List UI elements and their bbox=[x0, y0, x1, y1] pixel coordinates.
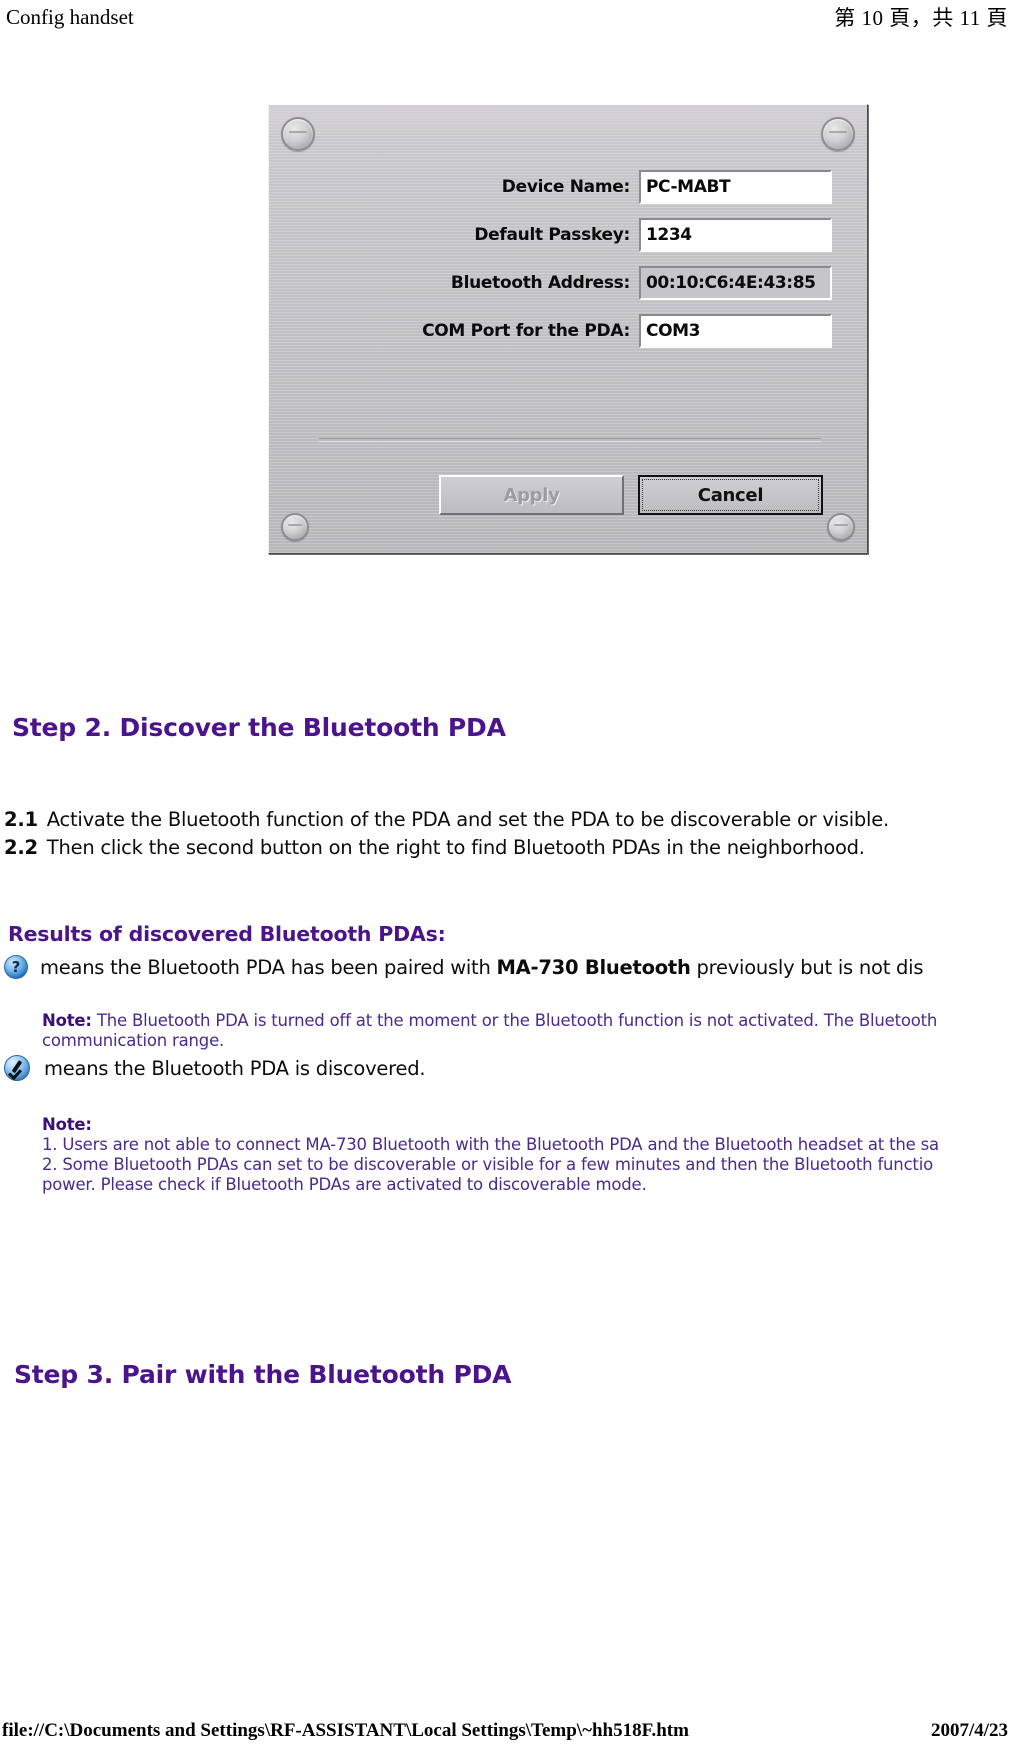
note-1-label: Note: bbox=[42, 1011, 92, 1030]
bluetooth-address-label: Bluetooth Address: bbox=[450, 273, 630, 293]
legend-text-before: means the Bluetooth PDA has been paired … bbox=[40, 955, 497, 979]
print-header: Config handset 第 10 頁，共 11 頁 bbox=[0, 0, 1014, 34]
apply-button[interactable]: Apply bbox=[439, 475, 624, 515]
dialog-separator bbox=[319, 438, 821, 442]
device-name-input[interactable]: PC-MABT bbox=[639, 170, 832, 204]
footer-date: 2007/4/23 bbox=[930, 1720, 1008, 1741]
cancel-button-label: Cancel bbox=[697, 484, 764, 506]
step-item-2-1-text: Activate the Bluetooth function of the P… bbox=[46, 808, 889, 831]
bluetooth-address-value: 00:10:C6:4E:43:85 bbox=[639, 266, 832, 300]
note-block-1: Note: The Bluetooth PDA is turned off at… bbox=[42, 1011, 937, 1051]
dialog-screenshot: Device Name: PC-MABT Default Passkey: 12… bbox=[268, 104, 868, 554]
screw-icon-bottom-right bbox=[827, 513, 855, 541]
dialog-button-bar: Apply Cancel bbox=[269, 475, 867, 515]
check-mark-icon bbox=[4, 1055, 30, 1081]
note-1-line-2: communication range. bbox=[42, 1031, 225, 1050]
print-footer: file://C:\Documents and Settings\RF-ASSI… bbox=[0, 1720, 1014, 1742]
default-passkey-input[interactable]: 1234 bbox=[639, 218, 832, 252]
field-row-device-name: Device Name: PC-MABT bbox=[269, 167, 867, 207]
step3-heading: Step 3. Pair with the Bluetooth PDA bbox=[14, 1360, 512, 1389]
note-1-text: The Bluetooth PDA is turned off at the m… bbox=[91, 1011, 938, 1030]
results-heading: Results of discovered Bluetooth PDAs: bbox=[8, 922, 446, 946]
header-pagination: 第 10 頁，共 11 頁 bbox=[834, 6, 1008, 30]
field-row-com-port: COM Port for the PDA: COM3 bbox=[269, 311, 867, 351]
step2-heading: Step 2. Discover the Bluetooth PDA bbox=[12, 713, 506, 742]
legend-row-not-discovered: ? means the Bluetooth PDA has been paire… bbox=[4, 955, 923, 979]
note-2-line-3: power. Please check if Bluetooth PDAs ar… bbox=[42, 1175, 647, 1194]
note-2-label-line: Note: bbox=[42, 1115, 939, 1135]
note-1-line-1: Note: The Bluetooth PDA is turned off at… bbox=[42, 1011, 937, 1031]
step-item-2-1-number: 2.1 bbox=[4, 808, 38, 831]
note-2-line-1: 1. Users are not able to connect MA-730 … bbox=[42, 1135, 939, 1154]
legend-text-after: previously but is not dis bbox=[690, 955, 924, 979]
note-block-2: Note: 1. Users are not able to connect M… bbox=[42, 1115, 939, 1195]
dialog-top-tint bbox=[269, 105, 867, 135]
dialog-form: Device Name: PC-MABT Default Passkey: 12… bbox=[269, 167, 867, 359]
com-port-input[interactable]: COM3 bbox=[639, 314, 832, 348]
screw-icon-bottom-left bbox=[281, 513, 309, 541]
legend-row-discovered: means the Bluetooth PDA is discovered. bbox=[4, 1055, 426, 1081]
step-item-2-1: 2.1 Activate the Bluetooth function of th… bbox=[4, 808, 889, 831]
default-passkey-label: Default Passkey: bbox=[474, 225, 630, 245]
question-mark-icon: ? bbox=[4, 955, 28, 979]
note-2-line-2: 2. Some Bluetooth PDAs can set to be dis… bbox=[42, 1155, 933, 1174]
screw-icon-top-left bbox=[281, 117, 315, 151]
com-port-label: COM Port for the PDA: bbox=[422, 321, 630, 341]
legend-not-discovered-text: means the Bluetooth PDA has been paired … bbox=[40, 956, 923, 979]
step-item-2-2: 2.2 Then click the second button on the r… bbox=[4, 836, 865, 859]
bluetooth-config-dialog: Device Name: PC-MABT Default Passkey: 12… bbox=[268, 104, 868, 554]
footer-file-path: file://C:\Documents and Settings\RF-ASSI… bbox=[2, 1720, 689, 1741]
legend-discovered-text: means the Bluetooth PDA is discovered. bbox=[44, 1056, 426, 1080]
field-row-bluetooth-address: Bluetooth Address: 00:10:C6:4E:43:85 bbox=[269, 263, 867, 303]
device-name-label: Device Name: bbox=[501, 177, 631, 197]
field-row-default-passkey: Default Passkey: 1234 bbox=[269, 215, 867, 255]
header-title: Config handset bbox=[6, 4, 134, 29]
screw-icon-top-right bbox=[821, 117, 855, 151]
step-item-2-2-text: Then click the second button on the righ… bbox=[46, 836, 865, 859]
cancel-button[interactable]: Cancel bbox=[638, 475, 823, 515]
note-2-label: Note: bbox=[42, 1115, 92, 1134]
step-item-2-2-number: 2.2 bbox=[4, 836, 38, 859]
legend-product-name: MA-730 Bluetooth bbox=[496, 955, 691, 979]
